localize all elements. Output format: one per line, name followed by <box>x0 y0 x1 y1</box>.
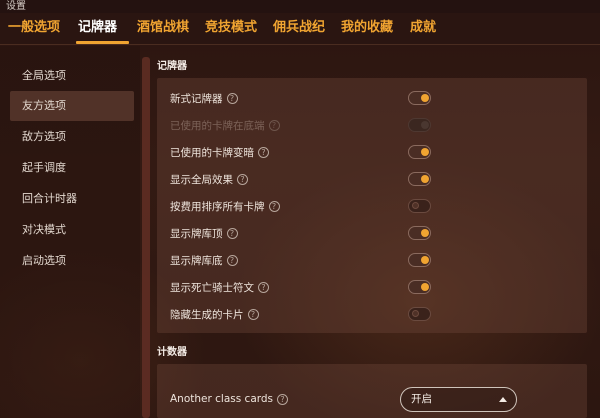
help-circle-icon[interactable]: ? <box>258 146 269 158</box>
tab-tracker[interactable]: 记牌器 <box>78 19 117 37</box>
help-circle-icon[interactable]: ? <box>277 393 289 405</box>
option-label: 显示全局效果 <box>170 173 233 186</box>
toggle-knob <box>421 121 429 129</box>
settings-window: 设置 一般选项 记牌器 酒馆战棋 竞技模式 佣兵战纪 我的收藏 成就 全局选项 … <box>0 0 600 418</box>
tab-arena[interactable]: 竞技模式 <box>205 19 257 37</box>
help-circle-icon[interactable]: ? <box>258 281 269 293</box>
option-label: Another class cards <box>170 393 274 405</box>
option-row: 显示全局效果 ? <box>170 170 248 188</box>
option-row: 显示牌库底 ? <box>170 251 238 269</box>
option-row: 隐藏生成的卡片 ? <box>170 305 259 323</box>
tab-mercenaries[interactable]: 佣兵战纪 <box>273 19 325 37</box>
sidebar-item-duels[interactable]: 对决模式 <box>10 215 134 245</box>
option-label: 已使用的卡牌在底端 <box>170 119 265 132</box>
option-row: 新式记牌器 ? <box>170 89 238 107</box>
toggle-knob <box>421 283 429 291</box>
tab-general[interactable]: 一般选项 <box>8 19 60 37</box>
toggle-switch[interactable] <box>408 91 431 105</box>
toggle-switch[interactable] <box>408 199 431 213</box>
window-title: 设置 <box>0 0 600 13</box>
toggle-knob <box>421 94 429 102</box>
sidebar-item-turn-timer[interactable]: 回合计时器 <box>10 184 134 214</box>
help-circle-icon[interactable]: ? <box>237 173 248 185</box>
tab-battlegrounds[interactable]: 酒馆战棋 <box>137 19 189 37</box>
chevron-up-icon <box>499 397 507 402</box>
scrollbar-thumb[interactable] <box>142 57 150 418</box>
toggle-switch[interactable] <box>408 226 431 240</box>
option-label: 已使用的卡牌变暗 <box>170 146 254 159</box>
option-row: 按费用排序所有卡牌 ? <box>170 197 280 215</box>
another-class-cards-select[interactable]: 开启 <box>400 387 517 412</box>
toggle-switch[interactable] <box>408 172 431 186</box>
option-label: 显示死亡骑士符文 <box>170 281 254 294</box>
toggle-switch <box>408 118 431 132</box>
toggle-switch[interactable] <box>408 145 431 159</box>
help-circle-icon[interactable]: ? <box>226 92 238 104</box>
option-label: 显示牌库底 <box>170 254 223 267</box>
toggle-knob <box>421 256 429 264</box>
help-circle-icon[interactable]: ? <box>226 254 238 266</box>
tab-collection[interactable]: 我的收藏 <box>341 19 393 37</box>
option-label: 新式记牌器 <box>170 92 223 105</box>
option-label: 显示牌库顶 <box>170 227 223 240</box>
toggle-knob <box>412 202 419 209</box>
toggle-switch[interactable] <box>408 307 431 321</box>
option-row: 已使用的卡牌在底端 ? <box>170 116 280 134</box>
active-tab-indicator <box>76 41 129 44</box>
toggle-switch[interactable] <box>408 280 431 294</box>
option-label: 隐藏生成的卡片 <box>170 308 244 321</box>
help-circle-icon[interactable]: ? <box>268 119 280 131</box>
sidebar-item-startup[interactable]: 启动选项 <box>10 246 134 276</box>
help-circle-icon[interactable]: ? <box>268 200 280 212</box>
help-circle-icon[interactable]: ? <box>247 308 259 320</box>
option-row: 显示死亡骑士符文 ? <box>170 278 269 296</box>
option-row: 已使用的卡牌变暗 ? <box>170 143 269 161</box>
sidebar-item-opponent[interactable]: 敌方选项 <box>10 122 134 152</box>
toggle-knob <box>421 175 429 183</box>
option-row: Another class cards ? <box>170 390 289 408</box>
select-value: 开启 <box>411 393 432 405</box>
sidebar: 全局选项 友方选项 敌方选项 起手调度 回合计时器 对决模式 启动选项 <box>0 46 140 418</box>
toggle-knob <box>421 229 429 237</box>
toggle-knob <box>412 310 419 317</box>
toggle-switch[interactable] <box>408 253 431 267</box>
section-title-tracker: 记牌器 <box>157 61 187 72</box>
option-label: 按费用排序所有卡牌 <box>170 200 265 213</box>
toggle-knob <box>421 148 429 156</box>
section-title-counters: 计数器 <box>157 347 187 358</box>
sidebar-item-global[interactable]: 全局选项 <box>10 61 134 91</box>
sidebar-item-mulligan[interactable]: 起手调度 <box>10 153 134 183</box>
sidebar-item-friendly[interactable]: 友方选项 <box>10 91 134 121</box>
help-circle-icon[interactable]: ? <box>226 227 238 239</box>
scrollbar[interactable] <box>142 57 150 418</box>
tab-achievements[interactable]: 成就 <box>410 19 436 37</box>
option-row: 显示牌库顶 ? <box>170 224 238 242</box>
